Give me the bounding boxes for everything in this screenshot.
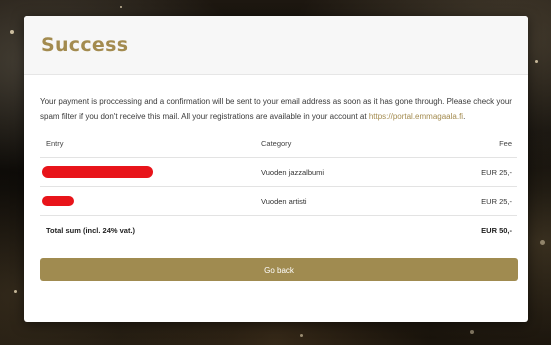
sparkle-1 bbox=[10, 30, 14, 34]
fee-cell: EUR 25,- bbox=[452, 157, 517, 187]
card-header: Success bbox=[24, 16, 528, 75]
entry-cell bbox=[40, 157, 260, 187]
portal-link[interactable]: https://portal.emmagaala.fi bbox=[369, 112, 463, 121]
redaction-mark bbox=[42, 196, 74, 206]
total-fee: EUR 50,- bbox=[481, 225, 512, 235]
registrations-table: Entry Category Fee Vuoden jazzalbumi EUR… bbox=[40, 130, 517, 244]
column-header-category: Category bbox=[260, 130, 452, 158]
column-header-fee: Fee bbox=[452, 130, 517, 158]
message-period: . bbox=[463, 112, 466, 121]
category-cell: Vuoden jazzalbumi bbox=[260, 157, 452, 187]
category-cell: Vuoden artisti bbox=[260, 186, 452, 216]
sparkle-7 bbox=[120, 6, 122, 8]
sparkle-6 bbox=[470, 330, 474, 334]
table-row: Vuoden artisti EUR 25,- bbox=[40, 186, 517, 216]
sparkle-3 bbox=[540, 240, 545, 245]
confirmation-message: Your payment is proccessing and a confir… bbox=[40, 94, 517, 124]
table-row: Vuoden jazzalbumi EUR 25,- bbox=[40, 157, 517, 187]
sparkle-5 bbox=[300, 334, 303, 337]
go-back-button[interactable]: Go back bbox=[40, 258, 518, 281]
column-header-entry: Entry bbox=[40, 130, 260, 158]
card-body: Your payment is proccessing and a confir… bbox=[24, 75, 528, 281]
table-header-row: Entry Category Fee bbox=[40, 130, 517, 158]
entry-cell bbox=[40, 186, 260, 216]
redaction-mark bbox=[42, 166, 153, 178]
total-row: Total sum (incl. 24% vat.) EUR 50,- bbox=[40, 216, 517, 245]
sparkle-4 bbox=[14, 290, 17, 293]
total-label: Total sum (incl. 24% vat.) bbox=[46, 225, 136, 235]
fee-cell: EUR 25,- bbox=[452, 186, 517, 216]
page-title: Success bbox=[41, 34, 129, 56]
success-card: Success Your payment is proccessing and … bbox=[24, 16, 528, 322]
sparkle-2 bbox=[535, 60, 538, 63]
